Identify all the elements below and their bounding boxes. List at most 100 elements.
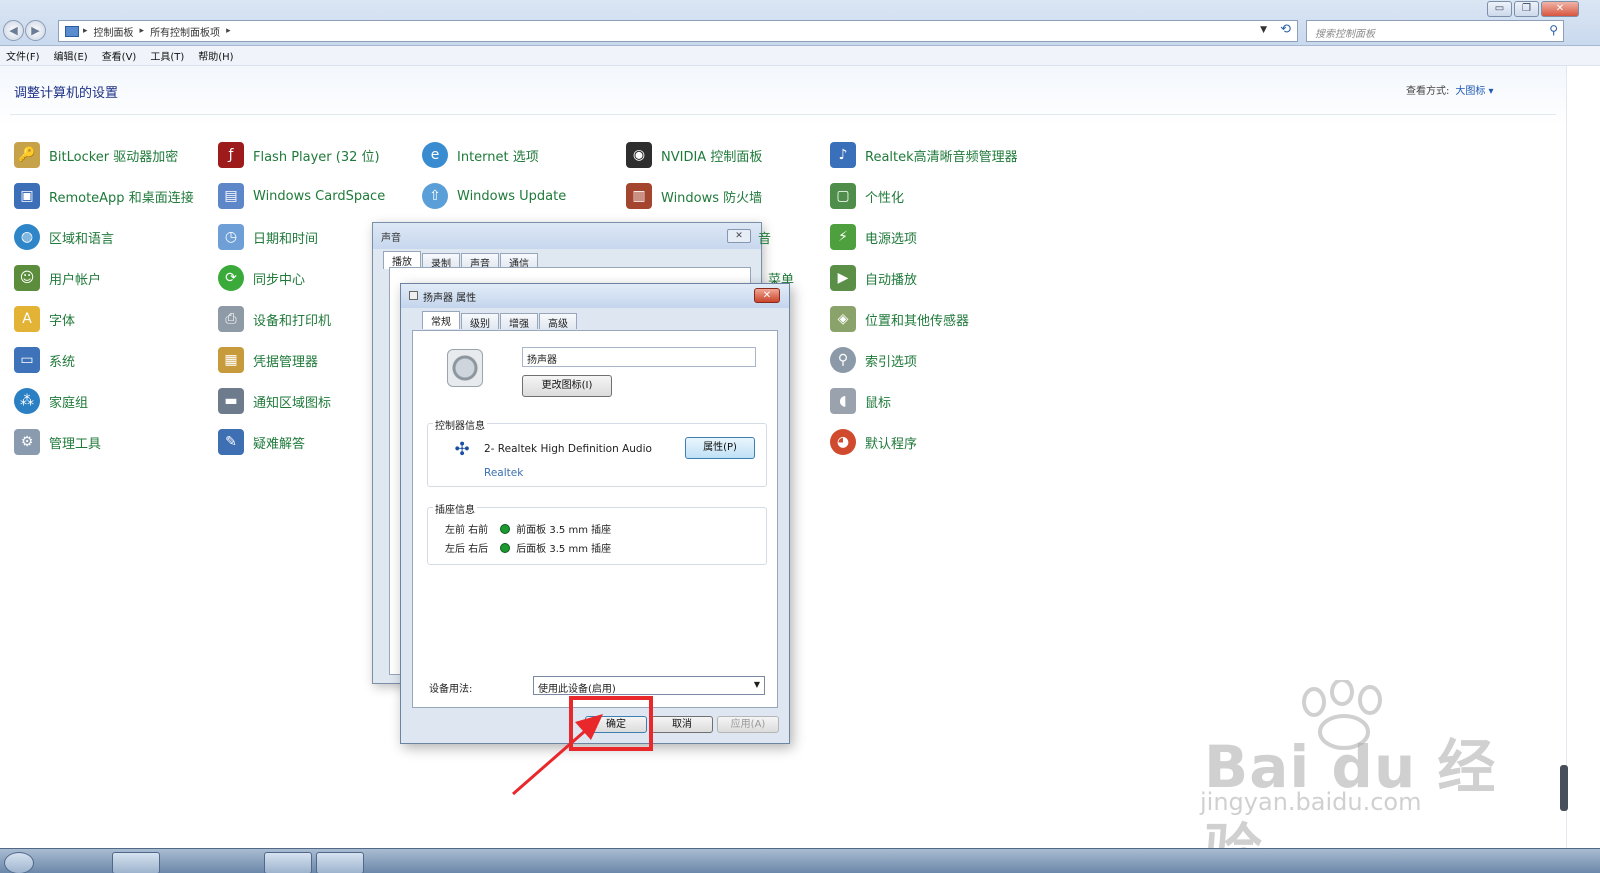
cp-item-indexing[interactable]: ⚲ 索引选项 [830,345,917,375]
cp-item-nvidia[interactable]: ◉ NVIDIA 控制面板 [626,140,762,170]
cp-item-mouse[interactable]: ◖ 鼠标 [830,386,891,416]
tray-icon: ▬ [218,388,244,414]
firewall-icon: ▥ [626,183,652,209]
power-icon: ⚡ [830,224,856,250]
cp-item-cardspace[interactable]: ▤ Windows CardSpace [218,181,385,211]
start-button[interactable] [4,852,34,873]
cp-item-remoteapp[interactable]: ▣ RemoteApp 和桌面连接 [14,181,194,211]
cp-item-internet[interactable]: e Internet 选项 [422,140,539,170]
cp-item-tray[interactable]: ▬ 通知区域图标 [218,386,331,416]
tab-levels[interactable]: 级别 [461,313,499,330]
cp-item-datetime[interactable]: ◷ 日期和时间 [218,222,318,252]
cp-item-power[interactable]: ⚡ 电源选项 [830,222,917,252]
cp-item-label: 位置和其他传感器 [865,313,970,329]
cp-item-homegroup[interactable]: ⁂ 家庭组 [14,386,88,416]
sound-dialog-title: 声音 [381,233,401,244]
cp-item-autoplay[interactable]: ▶ 自动播放 [830,263,917,293]
cp-item-label: Internet 选项 [457,149,539,165]
search-icon[interactable]: ⚲ [1549,23,1558,37]
cp-item-location[interactable]: ◈ 位置和其他传感器 [830,304,969,334]
menu-view[interactable]: 查看(V) [102,48,137,63]
globe-icon: ◍ [14,224,40,250]
cp-item-label: RemoteApp 和桌面连接 [49,190,194,206]
chevron-down-icon: ▼ [753,680,760,689]
device-name-field[interactable]: 扬声器 [522,347,756,367]
fonts-icon: A [14,306,40,332]
properties-button[interactable]: 属性(P) [685,437,755,459]
menu-tools[interactable]: 工具(T) [150,48,184,63]
jack-row: 左后 右后 后面板 3.5 mm 插座 [445,540,611,555]
back-button[interactable]: ◀ [3,20,24,41]
bitlocker-icon: 🔑 [14,142,40,168]
cp-item-admin[interactable]: ⚙ 管理工具 [14,427,101,457]
cp-item-bitlocker[interactable]: 🔑 BitLocker 驱动器加密 [14,140,178,170]
cp-item-label: 系统 [49,354,76,370]
realtek-audio-icon: ♪ [830,142,856,168]
cp-item-firewall[interactable]: ▥ Windows 防火墙 [626,181,762,211]
taskbar-item[interactable] [316,852,364,873]
cp-item-update[interactable]: ⇧ Windows Update [422,181,566,211]
taskbar-item[interactable] [112,852,160,873]
cp-item-region[interactable]: ◍ 区域和语言 [14,222,114,252]
controller-info-label: 控制器信息 [433,417,487,432]
cp-item-label: BitLocker 驱动器加密 [49,149,179,165]
taskbar-item[interactable] [264,852,312,873]
scrollbar-track[interactable] [1566,66,1600,848]
cp-item-flash[interactable]: ƒ Flash Player (32 位) [218,140,380,170]
close-icon[interactable]: ✕ [727,229,751,243]
sensor-icon: ◈ [830,306,856,332]
system-icon: ▭ [14,347,40,373]
watermark-url: jingyan.baidu.com [1200,788,1422,816]
menu-help[interactable]: 帮助(H) [198,48,233,63]
autoplay-icon: ▶ [830,265,856,291]
cp-item-label: Realtek高清晰音频管理器 [865,149,1018,165]
close-icon[interactable]: ✕ [754,288,780,303]
cp-item-system[interactable]: ▭ 系统 [14,345,75,375]
device-usage-value: 使用此设备(启用) [538,684,616,695]
view-mode-label: 查看方式: [1406,86,1450,97]
cp-item-personalize[interactable]: ▢ 个性化 [830,181,904,211]
restore-button[interactable]: ❐ [1514,1,1539,17]
minimize-button[interactable]: ▭ [1487,1,1512,17]
cp-item-label: 自动播放 [865,272,918,288]
cp-item-troubleshoot[interactable]: ✎ 疑难解答 [218,427,305,457]
close-button[interactable]: ✕ [1541,1,1579,17]
tab-general[interactable]: 常规 [422,311,460,329]
chevron-down-icon[interactable]: ▼ [1260,25,1267,35]
device-usage-select[interactable]: 使用此设备(启用) ▼ [533,676,765,695]
breadcrumb-all-items[interactable]: 所有控制面板项 [150,24,220,39]
speaker-dialog-title: 扬声器 属性 [423,293,477,304]
troubleshoot-icon: ✎ [218,429,244,455]
change-icon-button[interactable]: 更改图标(I) [522,375,612,397]
controller-name: 2- Realtek High Definition Audio [484,443,652,455]
tab-enhancements[interactable]: 增强 [500,313,538,330]
cp-item-label: 凭据管理器 [253,354,319,370]
search-input[interactable]: 搜索控制面板 ⚲ [1306,20,1564,42]
cp-item-devices[interactable]: ⎙ 设备和打印机 [218,304,331,334]
cp-item-fonts[interactable]: A 字体 [14,304,75,334]
jack-info-label: 插座信息 [433,501,477,516]
menu-file[interactable]: 文件(F) [6,48,40,63]
tab-advanced[interactable]: 高级 [539,313,577,330]
speaker-properties-dialog: 扬声器 属性 ✕ 常规 级别 增强 高级 扬声器 更改图标(I) 控制器信息 ✣… [400,283,790,744]
breadcrumb-control-panel[interactable]: 控制面板 [94,24,134,39]
cancel-button[interactable]: 取消 [651,716,713,733]
view-mode-dropdown[interactable]: 大图标 ▾ [1455,86,1493,97]
refresh-icon[interactable]: ⟲ [1280,22,1291,37]
cp-item-defaults[interactable]: ◕ 默认程序 [830,427,917,457]
cp-item-credential[interactable]: ▦ 凭据管理器 [218,345,318,375]
cp-item-realtek[interactable]: ♪ Realtek高清晰音频管理器 [830,140,1018,170]
forward-button[interactable]: ▶ [25,20,46,41]
jack-color-icon [500,523,511,534]
cp-item-users[interactable]: ☺ 用户帐户 [14,263,101,293]
address-bar[interactable]: ▸ 控制面板 ▸ 所有控制面板项 ▸ ▼ ⟲ [58,20,1298,42]
menu-edit[interactable]: 编辑(E) [54,48,88,63]
annotation-arrow-icon [512,714,603,796]
controller-vendor: Realtek [484,467,524,479]
menu-bar: 文件(F) 编辑(E) 查看(V) 工具(T) 帮助(H) [0,46,1600,66]
cp-item-label: NVIDIA 控制面板 [661,149,763,165]
apply-button: 应用(A) [717,716,779,733]
jack-channels: 左后 右后 [445,544,489,555]
scrollbar-thumb[interactable] [1560,765,1568,811]
cp-item-sync[interactable]: ⟳ 同步中心 [218,263,305,293]
